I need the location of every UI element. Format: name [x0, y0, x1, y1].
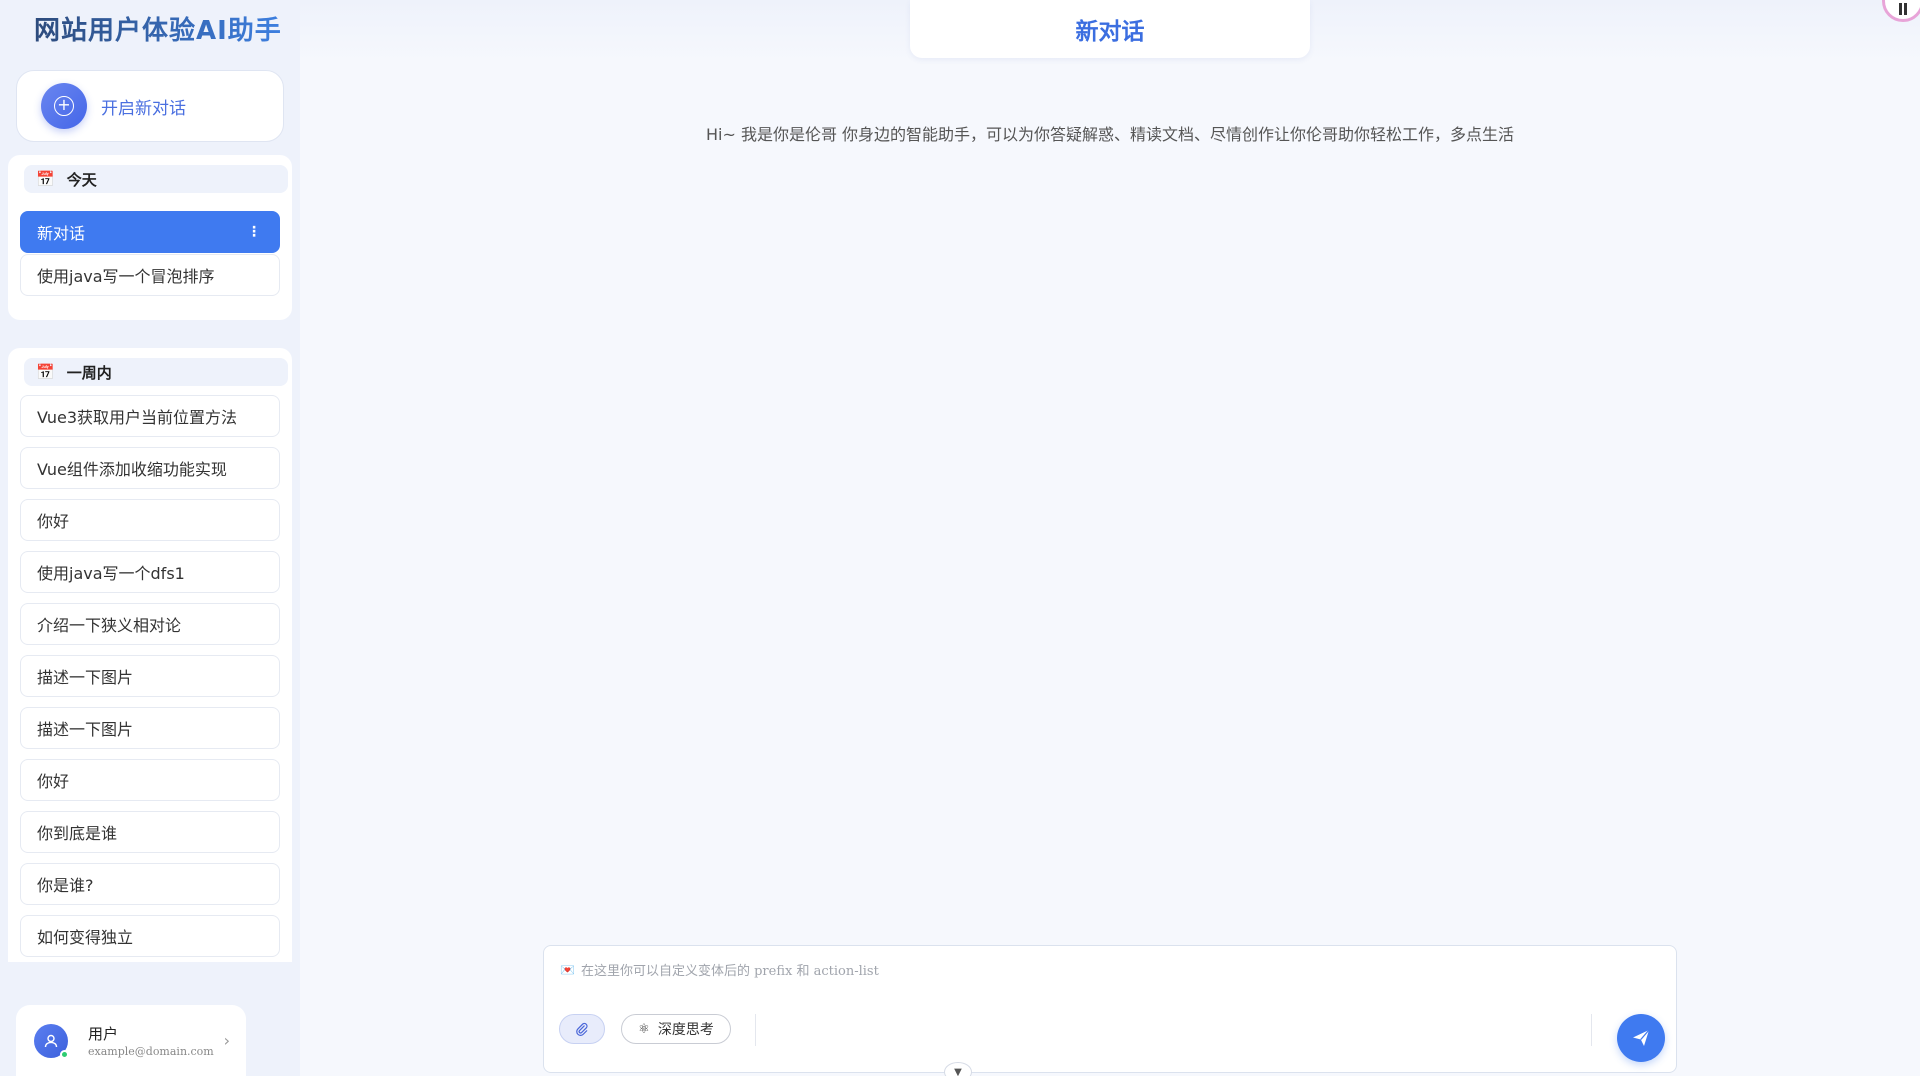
chevron-down-icon[interactable]: ▼: [944, 1062, 972, 1076]
send-button[interactable]: [1617, 1014, 1665, 1062]
paperclip-icon: [576, 1022, 588, 1036]
chevron-right-icon: ›: [223, 1031, 230, 1050]
send-icon: [1633, 1029, 1650, 1046]
calendar-icon: 📅: [36, 363, 55, 381]
history-item-label: 你好: [37, 772, 70, 791]
user-card[interactable]: 用户 example@domain.com ›: [16, 1005, 246, 1076]
deep-think-button[interactable]: ⚛ 深度思考: [621, 1014, 731, 1044]
plus-circle-icon: +: [41, 83, 87, 129]
composer-input[interactable]: 💌 在这里你可以自定义变体后的 prefix 和 action-list: [560, 960, 879, 980]
history-item-label: 使用java写一个dfs1: [37, 564, 185, 583]
history-item[interactable]: 描述一下图片: [20, 707, 280, 749]
history-item-label: Vue3获取用户当前位置方法: [37, 408, 238, 427]
history-item-label: 描述一下图片: [37, 668, 134, 687]
heart-icon: 💌: [560, 962, 575, 977]
history-item[interactable]: 你好: [20, 759, 280, 801]
user-icon: [34, 1023, 69, 1059]
new-chat-button[interactable]: + 开启新对话: [16, 70, 284, 142]
composer-placeholder: 在这里你可以自定义变体后的 prefix 和 action-list: [580, 964, 879, 979]
group-header-label: 一周内: [66, 363, 112, 382]
group-header-label: 今天: [66, 170, 97, 189]
history-item[interactable]: 你到底是谁: [20, 811, 280, 853]
app-title: 网站用户体验AI助手: [34, 10, 282, 47]
history-item-label: 描述一下图片: [37, 720, 134, 739]
attach-button[interactable]: [559, 1014, 605, 1044]
history-group-week: 📅 一周内 Vue3获取用户当前位置方法 Vue组件添加收缩功能实现 你好 使用…: [8, 348, 292, 962]
history-item[interactable]: 如何变得独立: [20, 915, 280, 957]
new-chat-label: 开启新对话: [101, 98, 186, 119]
history-item[interactable]: 你好: [20, 499, 280, 541]
history-item[interactable]: Vue3获取用户当前位置方法: [20, 395, 280, 437]
group-header-week: 📅 一周内: [24, 358, 288, 386]
user-email: example@domain.com: [88, 1045, 214, 1058]
history-item-label: 你好: [37, 512, 70, 531]
user-name: 用户: [88, 1025, 119, 1043]
welcome-message: Hi~ 我是你是伦哥 你身边的智能助手，可以为你答疑解惑、精读文档、尽情创作让你…: [705, 125, 1515, 144]
chat-main: 新对话 Hi~ 我是你是伦哥 你身边的智能助手，可以为你答疑解惑、精读文档、尽情…: [300, 0, 1920, 1076]
atom-icon: ⚛: [638, 1021, 650, 1037]
history-item-label: 新对话: [37, 224, 86, 243]
group-header-today: 📅 今天: [24, 165, 288, 193]
history-item-label: 介绍一下狭义相对论: [37, 616, 182, 635]
history-item-label: Vue组件添加收缩功能实现: [37, 460, 227, 479]
history-item-label: 使用java写一个冒泡排序: [37, 267, 215, 286]
deep-think-label: 深度思考: [657, 1022, 714, 1038]
history-item[interactable]: 使用java写一个dfs1: [20, 551, 280, 593]
history-item[interactable]: 使用java写一个冒泡排序: [20, 254, 280, 296]
message-composer[interactable]: 💌 在这里你可以自定义变体后的 prefix 和 action-list ⚛ 深…: [543, 945, 1677, 1073]
conversation-title: 新对话: [1075, 19, 1145, 45]
history-item-label: 如何变得独立: [37, 928, 134, 947]
divider: [1591, 1014, 1592, 1046]
online-status-dot: [60, 1049, 69, 1059]
history-item-label: 你到底是谁: [37, 824, 118, 843]
history-item[interactable]: Vue组件添加收缩功能实现: [20, 447, 280, 489]
user-info: 用户 example@domain.com: [88, 1023, 214, 1058]
history-item-active[interactable]: 新对话 ⋮: [20, 211, 280, 253]
history-item[interactable]: 描述一下图片: [20, 655, 280, 697]
calendar-icon: 📅: [36, 170, 55, 188]
conversation-title-box: 新对话: [910, 0, 1310, 58]
sidebar: 网站用户体验AI助手 + 开启新对话 📅 今天 新对话 ⋮ 使用java写一个冒…: [0, 0, 300, 1076]
more-vertical-icon[interactable]: ⋮: [247, 224, 261, 240]
history-item[interactable]: 你是谁?: [20, 863, 280, 905]
history-item[interactable]: 介绍一下狭义相对论: [20, 603, 280, 645]
history-group-today: 📅 今天 新对话 ⋮ 使用java写一个冒泡排序: [8, 155, 292, 320]
divider: [755, 1014, 756, 1046]
history-item-label: 你是谁?: [37, 876, 94, 895]
